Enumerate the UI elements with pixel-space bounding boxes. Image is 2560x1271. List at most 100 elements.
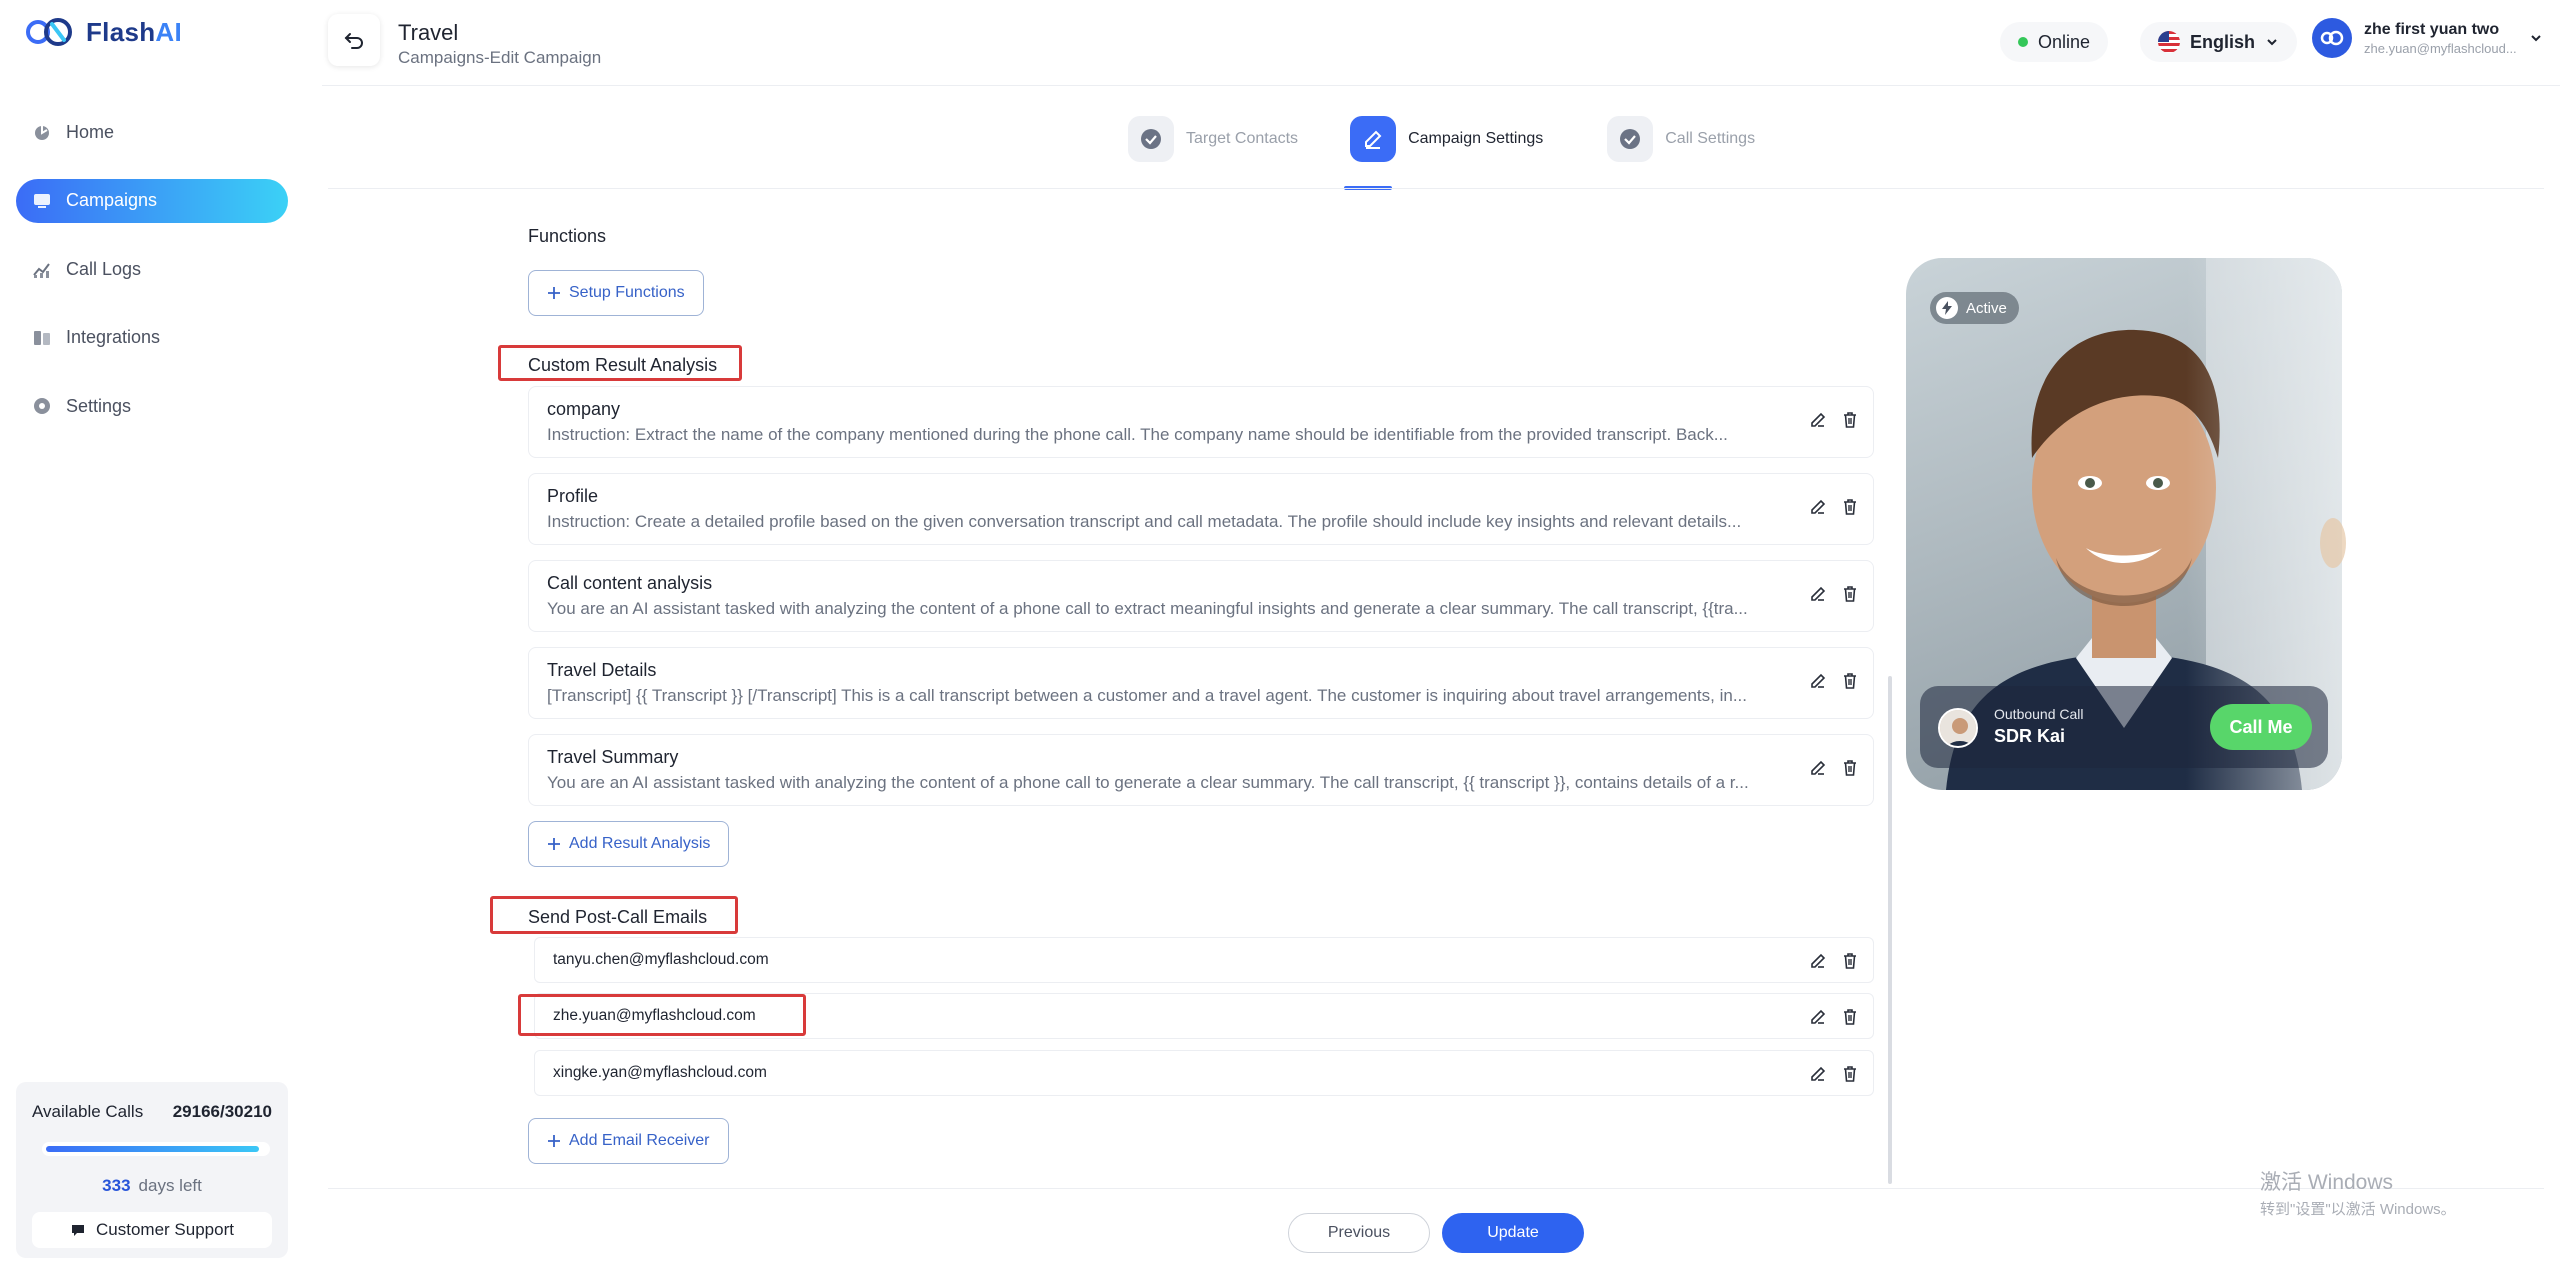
- divider: [328, 1188, 2544, 1189]
- analysis-title: Travel Summary: [547, 747, 679, 767]
- analysis-description: You are an AI assistant tasked with anal…: [547, 599, 1748, 618]
- scrollbar[interactable]: [1888, 676, 1892, 1184]
- language-label: English: [2190, 31, 2256, 52]
- add-email-receiver-button[interactable]: Add Email Receiver: [528, 1118, 729, 1164]
- edit-icon[interactable]: [1809, 1065, 1827, 1083]
- status-badge: Active: [1930, 292, 2019, 324]
- sidebar-item-call-logs[interactable]: Call Logs: [16, 247, 288, 291]
- back-button[interactable]: [328, 14, 380, 66]
- analysis-description: Instruction: Extract the name of the com…: [547, 425, 1728, 444]
- step-icon: [1128, 116, 1174, 162]
- step-call-settings[interactable]: Call Settings: [1607, 116, 1755, 162]
- customer-support-button[interactable]: Customer Support: [32, 1212, 272, 1248]
- edit-icon[interactable]: [1809, 498, 1827, 516]
- edit-icon[interactable]: [1809, 585, 1827, 603]
- call-logs-icon: [33, 263, 50, 278]
- status-indicator[interactable]: Online: [2000, 22, 2109, 62]
- send-post-call-emails-label: Send Post-Call Emails: [528, 907, 708, 927]
- step-icon: [1350, 116, 1397, 162]
- sidebar-item-home[interactable]: Home: [16, 110, 288, 154]
- campaigns-icon: [34, 193, 50, 208]
- integrations-icon: [34, 330, 50, 345]
- breadcrumb: Campaigns-Edit Campaign: [398, 48, 602, 67]
- email-address: tanyu.chen@myflashcloud.com: [553, 951, 769, 968]
- edit-icon[interactable]: [1809, 952, 1827, 970]
- plus-icon: [548, 287, 560, 299]
- edit-icon: [1365, 130, 1382, 149]
- delete-icon[interactable]: [1841, 411, 1859, 429]
- delete-icon[interactable]: [1841, 1065, 1859, 1083]
- usage-panel: Available Calls 29166/30210 333 days left…: [16, 1082, 288, 1258]
- list-item: Profile Instruction: Create a detailed p…: [528, 473, 1874, 545]
- list-item: company Instruction: Extract the name of…: [528, 386, 1874, 458]
- delete-icon[interactable]: [1841, 585, 1859, 603]
- chevron-down-icon: [2267, 39, 2277, 46]
- logo-mark-icon: [26, 18, 72, 46]
- brand-name: FlashAI: [86, 16, 183, 47]
- row-actions: [1809, 672, 1859, 690]
- bolt-icon: [1936, 297, 1958, 319]
- days-left-label: days left: [138, 1176, 202, 1195]
- step-label: Campaign Settings: [1408, 130, 1544, 147]
- delete-icon[interactable]: [1841, 952, 1859, 970]
- user-menu[interactable]: zhe first yuan two zhe.yuan@myflashcloud…: [2312, 18, 2543, 58]
- us-flag-icon: [2158, 31, 2180, 53]
- call-me-button[interactable]: Call Me: [2210, 704, 2312, 750]
- table-row: xingke.yan@myflashcloud.com: [534, 1050, 1874, 1096]
- row-actions: [1809, 1008, 1859, 1026]
- analysis-description: Instruction: Create a detailed profile b…: [547, 512, 1742, 531]
- chevron-down-icon: [2530, 35, 2541, 42]
- plus-icon: [548, 838, 560, 850]
- edit-icon[interactable]: [1809, 411, 1827, 429]
- language-selector[interactable]: English: [2140, 22, 2298, 62]
- user-info: zhe first yuan two zhe.yuan@myflashcloud…: [2364, 21, 2517, 56]
- edit-icon[interactable]: [1809, 1008, 1827, 1026]
- row-actions: [1809, 498, 1859, 516]
- analysis-title: Profile: [547, 486, 599, 506]
- customer-support-label: Customer Support: [96, 1220, 234, 1239]
- user-email: zhe.yuan@myflashcloud...: [2364, 40, 2517, 56]
- analysis-description: [Transcript] {{ Transcript }} [/Transcri…: [547, 686, 1748, 705]
- add-email-receiver-label: Add Email Receiver: [569, 1132, 710, 1149]
- check-circle-icon: [1620, 129, 1641, 149]
- list-item: Travel Details [Transcript] {{ Transcrip…: [528, 647, 1874, 719]
- delete-icon[interactable]: [1841, 759, 1859, 777]
- step-campaign-settings[interactable]: Campaign Settings: [1350, 116, 1543, 162]
- delete-icon[interactable]: [1841, 672, 1859, 690]
- edit-icon[interactable]: [1809, 759, 1827, 777]
- delete-icon[interactable]: [1841, 498, 1859, 516]
- user-name: zhe first yuan two: [2364, 20, 2500, 38]
- add-result-analysis-label: Add Result Analysis: [569, 835, 711, 852]
- row-actions: [1809, 952, 1859, 970]
- step-target-contacts[interactable]: Target Contacts: [1128, 116, 1298, 162]
- days-left-number: 333: [102, 1176, 131, 1195]
- chat-icon: [72, 1225, 85, 1236]
- available-calls-label: Available Calls: [32, 1102, 144, 1121]
- usage-progress-fill: [46, 1146, 259, 1152]
- add-result-analysis-button[interactable]: Add Result Analysis: [528, 821, 730, 867]
- list-item: Travel Summary You are an AI assistant t…: [528, 734, 1874, 806]
- email-address: xingke.yan@myflashcloud.com: [553, 1064, 767, 1081]
- sidebar-item-campaigns[interactable]: Campaigns: [16, 178, 288, 223]
- sidebar-item-label: Integrations: [66, 327, 161, 347]
- check-circle-icon: [1141, 129, 1161, 149]
- sidebar: FlashAI Home Campaigns Call Logs Integra…: [0, 0, 322, 1271]
- settings-icon: [34, 398, 50, 414]
- page-title: Travel: [398, 20, 459, 45]
- sidebar-item-settings[interactable]: Settings: [16, 384, 288, 428]
- update-button[interactable]: Update: [1442, 1213, 1584, 1253]
- brand-logo[interactable]: FlashAI: [24, 14, 182, 50]
- step-label: Target Contacts: [1186, 130, 1299, 147]
- wizard-steps: Target Contacts Campaign Settings Call S…: [1128, 116, 1755, 162]
- edit-icon[interactable]: [1809, 672, 1827, 690]
- call-type-label: Outbound Call: [1994, 706, 2084, 722]
- step-icon: [1607, 116, 1654, 162]
- call-bar: Outbound Call SDR Kai Call Me: [1920, 686, 2328, 768]
- setup-functions-button[interactable]: Setup Functions: [528, 270, 704, 316]
- delete-icon[interactable]: [1841, 1008, 1859, 1026]
- sidebar-item-integrations[interactable]: Integrations: [16, 316, 288, 360]
- previous-button[interactable]: Previous: [1288, 1213, 1430, 1253]
- analysis-title: Call content analysis: [547, 573, 713, 593]
- sidebar-nav: Home Campaigns Call Logs Integrations Se…: [16, 110, 288, 453]
- sidebar-item-label: Home: [66, 121, 115, 142]
